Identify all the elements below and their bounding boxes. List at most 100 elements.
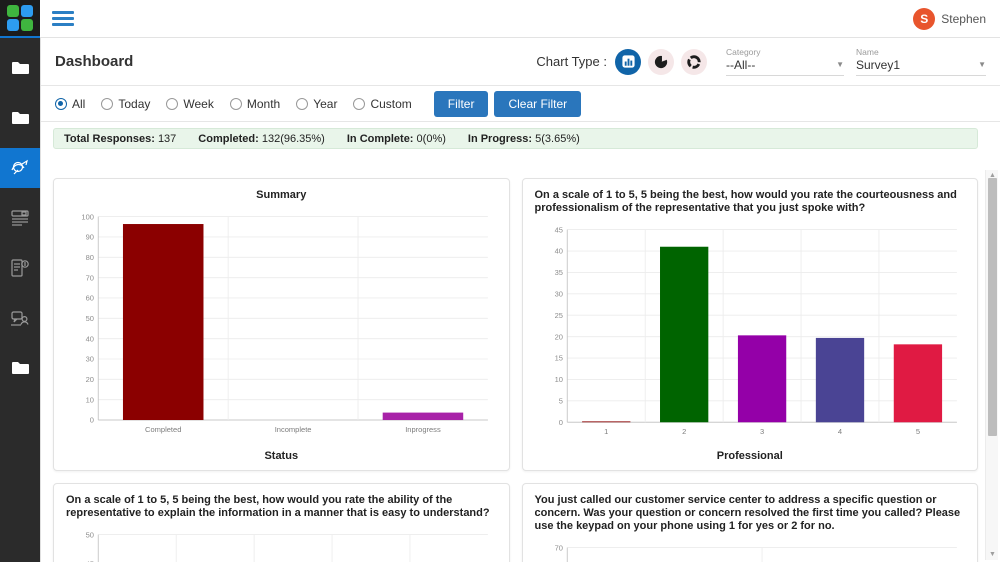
svg-text:5: 5 (558, 397, 562, 406)
radio-option-week[interactable]: Week (166, 96, 214, 111)
radio-label: Today (118, 96, 151, 111)
svg-text:25: 25 (554, 311, 562, 320)
svg-text:90: 90 (86, 233, 94, 242)
svg-text:50: 50 (86, 314, 94, 323)
svg-text:10: 10 (554, 375, 562, 384)
chart-card-explain-ability: On a scale of 1 to 5, 5 being the best, … (53, 483, 510, 562)
chart-type-pie-button[interactable] (648, 48, 674, 75)
name-label: Name (856, 47, 879, 57)
logo-grid-icon (7, 5, 33, 31)
stat-completed: Completed: 132(96.35%) (198, 133, 325, 145)
svg-text:20: 20 (86, 375, 94, 384)
radio-option-month[interactable]: Month (229, 97, 280, 111)
svg-text:4: 4 (837, 427, 841, 436)
svg-text:10: 10 (86, 395, 94, 404)
chart-xaxis-label: Professional (716, 450, 783, 462)
content-area: Dashboard Chart Type : Category --All-- … (40, 38, 1000, 562)
radio-indicator[interactable] (55, 97, 67, 110)
radio-label: Week (183, 96, 214, 111)
radio-indicator[interactable] (101, 97, 114, 110)
sidebar-item-folder-2[interactable] (0, 98, 40, 138)
svg-text:30: 30 (554, 290, 562, 299)
svg-text:5: 5 (915, 427, 919, 436)
chart-xaxis-label: Status (264, 450, 299, 462)
stats-bar: Total Responses: 137 Completed: 132(96.3… (53, 128, 978, 149)
category-select-row[interactable]: --All-- ▼ (726, 58, 844, 76)
category-value: --All-- (726, 58, 756, 72)
app-logo[interactable] (0, 0, 40, 38)
svg-text:40: 40 (554, 247, 562, 256)
user-name: Stephen (941, 11, 986, 26)
chart-title: On a scale of 1 to 5, 5 being the best, … (534, 189, 957, 214)
filter-bar: All Today Week Month Year Custom Filter … (41, 86, 1000, 122)
user-chat-icon (10, 309, 30, 327)
chart-type-doughnut-button[interactable] (681, 48, 707, 75)
sidebar-item-survey-builder[interactable] (0, 248, 40, 288)
folder-icon (11, 110, 30, 126)
radio-option-custom[interactable]: Custom (353, 96, 412, 111)
scroll-down-arrow-icon[interactable]: ▼ (986, 549, 999, 560)
sidebar-item-folder-3[interactable] (0, 348, 40, 388)
sidebar-item-reports[interactable] (0, 198, 40, 238)
stat-incomplete: In Complete: 0(0%) (347, 133, 446, 145)
hamburger-icon[interactable] (52, 8, 74, 29)
folder-icon (11, 60, 30, 76)
svg-text:80: 80 (86, 253, 94, 262)
name-select[interactable]: Name Survey1 ▼ (856, 47, 986, 76)
svg-text:1: 1 (604, 427, 608, 436)
svg-text:45: 45 (554, 225, 562, 234)
charts-scroll-region[interactable]: Summary 0 10 20 30 40 50 60 70 80 90 100 Completed I… (41, 168, 1000, 562)
clear-filter-button[interactable]: Clear Filter (494, 90, 582, 117)
page-title: Dashboard (55, 53, 134, 70)
sidebar-item-folder-1[interactable] (0, 48, 40, 88)
user-menu[interactable]: S Stephen (913, 7, 1000, 30)
chart-title: Summary (256, 189, 307, 201)
avatar: S (913, 7, 936, 30)
chart-card-summary: Summary 0 10 20 30 40 50 60 70 80 90 100 Completed I… (53, 178, 510, 471)
svg-text:50: 50 (86, 530, 94, 539)
sidebar (0, 0, 40, 562)
svg-text:30: 30 (86, 355, 94, 364)
radio-label: Custom (370, 96, 412, 111)
chart-type-bar-button[interactable] (615, 48, 641, 75)
chart-plot: 0 10 20 30 40 50 60 70 80 90 100 Completed Incomplet… (66, 208, 497, 446)
vertical-scrollbar[interactable]: ▲ ▼ (985, 170, 998, 560)
svg-text:60: 60 (86, 294, 94, 303)
chart-plot: 4550 (66, 526, 497, 562)
svg-text:2: 2 (682, 427, 686, 436)
radio-option-all[interactable]: All (55, 97, 85, 111)
radio-option-today[interactable]: Today (101, 97, 150, 111)
stat-incomplete-value: 0(0%) (416, 132, 446, 145)
stat-inprogress-label: In Progress: (467, 132, 533, 145)
svg-text:70: 70 (86, 273, 94, 282)
name-value: Survey1 (856, 58, 901, 72)
bar-chart-icon (621, 54, 636, 69)
chart-card-professional: On a scale of 1 to 5, 5 being the best, … (521, 178, 978, 471)
svg-text:15: 15 (554, 354, 562, 363)
svg-text:Completed: Completed (145, 425, 181, 434)
stat-total-label: Total Responses: (64, 132, 155, 145)
svg-text:Incomplete: Incomplete (275, 425, 312, 434)
page-header: Dashboard Chart Type : Category --All-- … (41, 38, 1000, 86)
stat-total-value: 137 (157, 132, 177, 145)
name-select-row[interactable]: Survey1 ▼ (856, 58, 986, 76)
chart-plot: 0 5 10 15 20 25 30 35 40 45 1 2 3 4 5 (535, 221, 966, 446)
category-select[interactable]: Category --All-- ▼ (726, 47, 844, 76)
radio-indicator[interactable] (353, 97, 366, 110)
filter-button[interactable]: Filter (433, 90, 489, 117)
stat-inprogress: In Progress: 5(3.65%) (468, 133, 580, 145)
sidebar-item-respondents[interactable] (0, 298, 40, 338)
stat-incomplete-label: In Complete: (346, 132, 414, 145)
scrollbar-thumb[interactable] (988, 178, 997, 436)
folder-icon (11, 360, 30, 376)
sidebar-item-analytics[interactable] (0, 148, 40, 188)
document-list-icon (10, 209, 30, 227)
radio-option-year[interactable]: Year (296, 97, 337, 111)
chevron-down-icon: ▼ (978, 60, 986, 69)
stat-inprogress-value: 5(3.65%) (535, 132, 580, 145)
radio-indicator[interactable] (229, 97, 242, 110)
doughnut-chart-icon (687, 54, 701, 69)
radio-indicator[interactable] (166, 97, 179, 110)
main-region: S Stephen Dashboard Chart Type : Categor… (40, 0, 1000, 562)
radio-indicator[interactable] (296, 97, 309, 110)
